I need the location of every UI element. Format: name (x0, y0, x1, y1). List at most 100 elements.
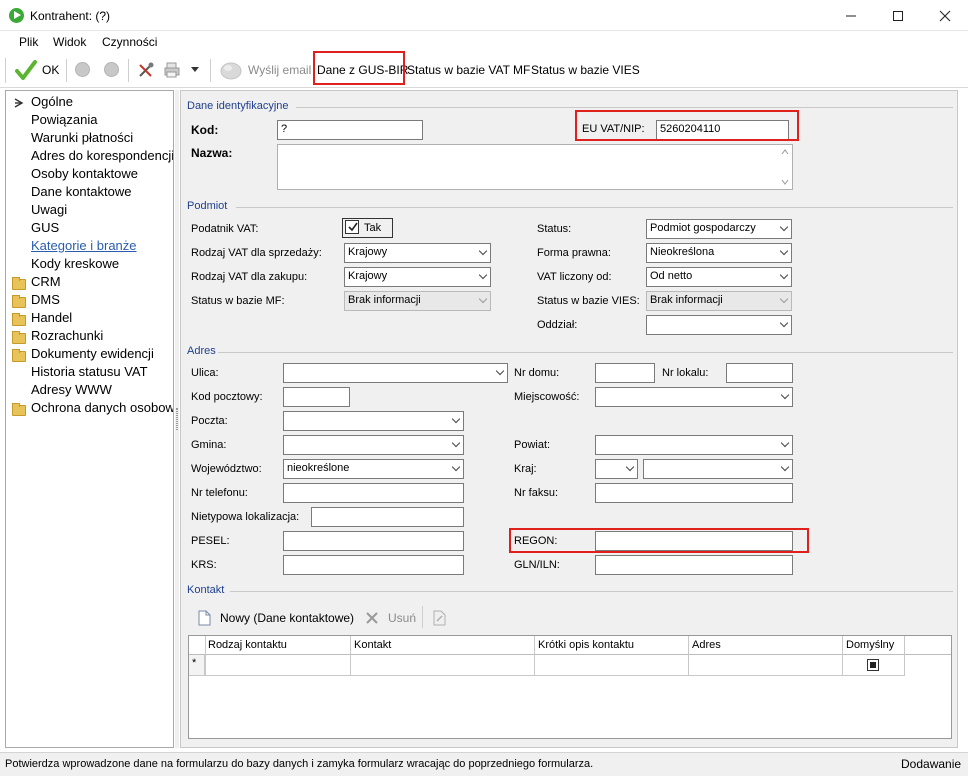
status-vies-select: Brak informacji (646, 291, 792, 311)
status-select[interactable]: Podmiot gospodarczy (646, 219, 792, 239)
gln-input[interactable] (595, 555, 793, 575)
pesel-input[interactable] (283, 531, 464, 551)
toolbar-separator (210, 59, 211, 82)
vat-calc-select[interactable]: Od netto (646, 267, 792, 287)
county-select[interactable] (595, 435, 793, 455)
vies-status-button[interactable]: Status w bazie VIES (531, 63, 640, 77)
column-header[interactable]: Krótki opis kontaktu (538, 639, 634, 651)
menu-czynnosci[interactable]: Czynności (102, 35, 157, 49)
sidebar-item-kategorie-i-branze[interactable]: Kategorie i branże (31, 238, 173, 253)
voivodeship-select[interactable]: nieokreślone (283, 459, 464, 479)
nazwa-textarea[interactable] (277, 144, 793, 190)
new-contact-button[interactable]: Nowy (Dane kontaktowe) (220, 611, 354, 625)
fax-input[interactable] (595, 483, 793, 503)
branch-select[interactable] (646, 315, 792, 335)
commune-select[interactable] (283, 435, 464, 455)
country-select[interactable] (643, 459, 793, 479)
voivodeship-label: Województwo: (191, 463, 262, 475)
close-button[interactable] (922, 0, 968, 31)
status-mf-select: Brak informacji (344, 291, 491, 311)
menu-plik[interactable]: Plik (19, 35, 38, 49)
status-message: Potwierdza wprowadzone dane na formularz… (5, 758, 594, 770)
edit-document-icon[interactable] (433, 610, 446, 626)
checkbox-indeterminate-icon (870, 662, 876, 668)
vat-payer-checkbox[interactable] (345, 220, 359, 234)
gus-bir-button[interactable]: Dane z GUS-BIR (317, 63, 408, 77)
kod-input[interactable]: ? (277, 120, 423, 140)
back-button[interactable] (75, 62, 90, 77)
section-title-entity: Podmiot (187, 200, 228, 212)
sidebar-item-osoby-kontaktowe[interactable]: Osoby kontaktowe (31, 166, 173, 181)
street-select[interactable] (283, 363, 508, 383)
vat-mf-status-button[interactable]: Status w bazie VAT MF (407, 63, 530, 77)
sidebar-item-rozrachunki[interactable]: Rozrachunki (31, 328, 173, 343)
minimize-button[interactable] (828, 0, 874, 31)
sidebar-item-gus[interactable]: GUS (31, 220, 173, 235)
house-no-label: Nr domu: (514, 367, 560, 379)
section-divider (230, 591, 953, 592)
scroll-up-icon[interactable] (781, 149, 789, 155)
forward-button[interactable] (104, 62, 119, 77)
splitter-handle[interactable] (175, 90, 179, 748)
sidebar-item-ogolne[interactable]: Ogólne (31, 94, 173, 109)
maximize-button[interactable] (875, 0, 921, 31)
vat-buy-select[interactable]: Krajowy (344, 267, 491, 287)
commune-label: Gmina: (191, 439, 227, 451)
sidebar-item-handel[interactable]: Handel (31, 310, 173, 325)
send-email-button[interactable]: Wyślij email (248, 63, 311, 77)
print-icon[interactable] (163, 61, 181, 79)
column-header[interactable]: Rodzaj kontaktu (208, 639, 287, 651)
column-header[interactable]: Domyślny (846, 639, 894, 651)
vat-sale-select[interactable]: Krajowy (344, 243, 491, 263)
house-no-input[interactable] (595, 363, 655, 383)
sidebar-item-crm[interactable]: CRM (31, 274, 173, 289)
sidebar-item-kody-kreskowe[interactable]: Kody kreskowe (31, 256, 173, 271)
chevron-down-icon (451, 414, 461, 424)
close-icon (939, 10, 951, 21)
legal-form-select[interactable]: Nieokreślona (646, 243, 792, 263)
phone-input[interactable] (283, 483, 464, 503)
sidebar-item-dms[interactable]: DMS (31, 292, 173, 307)
sidebar-item-warunki-platnosci[interactable]: Warunki płatności (31, 130, 173, 145)
column-divider (688, 636, 689, 676)
vat-buy-label: Rodzaj VAT dla zakupu: (191, 271, 308, 283)
scroll-down-icon[interactable] (781, 179, 789, 185)
regon-input[interactable] (595, 531, 793, 551)
postal-code-input[interactable] (283, 387, 350, 407)
sidebar-item-dokumenty-ewidencji[interactable]: Dokumenty ewidencji (31, 346, 173, 361)
checkmark-icon (15, 60, 37, 80)
column-header[interactable]: Adres (692, 639, 721, 651)
dropdown-arrow-icon[interactable] (191, 67, 200, 73)
krs-input[interactable] (283, 555, 464, 575)
sidebar-item-adresy-www[interactable]: Adresy WWW (31, 382, 173, 397)
chevron-down-icon (779, 294, 789, 304)
default-checkbox[interactable] (867, 659, 879, 671)
menu-widok[interactable]: Widok (53, 35, 86, 49)
vat-payer-label: Podatnik VAT: (191, 223, 259, 235)
nonstandard-location-input[interactable] (311, 507, 464, 527)
postal-code-label: Kod pocztowy: (191, 391, 263, 403)
new-row-indicator[interactable]: * (189, 655, 205, 676)
euvat-input[interactable]: 5260204110 (656, 120, 789, 140)
country-code-select[interactable] (595, 459, 638, 479)
new-document-icon (198, 610, 211, 626)
status-value: Podmiot gospodarczy (650, 222, 756, 234)
column-header[interactable]: Kontakt (354, 639, 391, 651)
post-select[interactable] (283, 411, 464, 431)
city-label: Miejscowość: (514, 391, 580, 403)
sidebar-item-uwagi[interactable]: Uwagi (31, 202, 173, 217)
chevron-down-icon (779, 246, 789, 256)
sidebar-item-adres-do-korespondencji[interactable]: Adres do korespondencji (31, 148, 173, 163)
sidebar-item-powiazania[interactable]: Powiązania (31, 112, 173, 127)
new-row-icon: * (192, 657, 197, 669)
sidebar-item-historia-statusu-vat[interactable]: Historia statusu VAT (31, 364, 173, 379)
fax-label: Nr faksu: (514, 487, 559, 499)
sidebar-item-dane-kontaktowe[interactable]: Dane kontaktowe (31, 184, 173, 199)
flat-no-input[interactable] (726, 363, 793, 383)
column-divider (350, 636, 351, 676)
city-select[interactable] (595, 387, 793, 407)
ok-button[interactable]: OK (14, 58, 70, 82)
tools-icon[interactable] (137, 61, 155, 79)
sidebar-item-ochrona-danych-osobowych[interactable]: Ochrona danych osobowych (31, 400, 173, 415)
delete-contact-button[interactable]: Usuń (388, 611, 416, 625)
